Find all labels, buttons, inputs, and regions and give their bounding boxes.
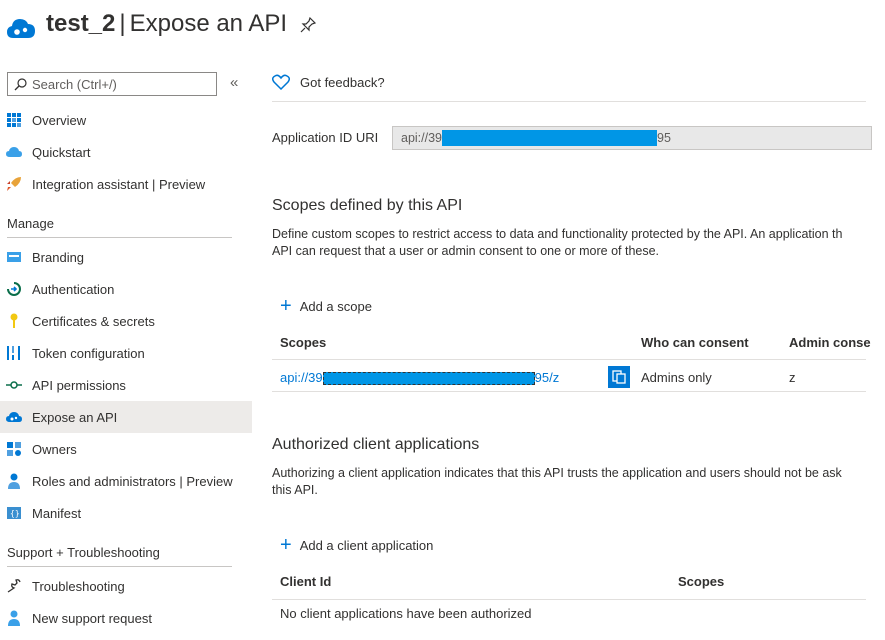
svg-text:{}: {} [10, 509, 20, 518]
sidebar-item-label: Token configuration [32, 345, 145, 361]
page-title: test_2 | Expose an API [46, 10, 287, 38]
sidebar-item-expose-an-api[interactable]: Expose an API [0, 401, 252, 433]
sidebar-item-label: API permissions [32, 377, 126, 393]
cloud-icon [6, 144, 22, 160]
app-id-field[interactable]: api://39 95 [392, 126, 872, 150]
rocket-icon [6, 176, 22, 192]
sidebar-item-label: Integration assistant | Preview [32, 176, 206, 192]
column-header-scopes: Scopes [280, 335, 327, 350]
app-cloud-icon [7, 19, 35, 38]
feedback-label: Got feedback? [300, 74, 385, 90]
heart-icon [272, 74, 290, 90]
cloud-gear-icon [6, 409, 22, 425]
sidebar-item-troubleshooting[interactable]: Troubleshooting [0, 570, 252, 602]
search-icon [14, 77, 27, 90]
search-input[interactable]: Search (Ctrl+/) [7, 72, 217, 96]
scopes-description-line-1: Define custom scopes to restrict access … [272, 227, 843, 241]
app-id-label: Application ID URI [272, 130, 379, 145]
sidebar-item-label: Roles and administrators | Preview [32, 473, 233, 489]
add-scope-button[interactable]: + Add a scope [280, 295, 372, 317]
sidebar-item-label: Owners [32, 441, 77, 457]
copy-icon[interactable] [608, 366, 630, 388]
authentication-icon [6, 281, 22, 297]
sidebar-item-certificates[interactable]: Certificates & secrets [0, 305, 252, 337]
admin-consent-value: z [789, 370, 796, 385]
owners-icon [6, 441, 22, 457]
sidebar: Search (Ctrl+/) « Overview Quickstart In… [0, 64, 252, 640]
column-header-admin-consent: Admin conse [789, 335, 871, 350]
redaction-bar [442, 130, 658, 146]
sidebar-item-api-permissions[interactable]: API permissions [0, 369, 252, 401]
sidebar-item-branding[interactable]: Branding [0, 241, 252, 273]
sidebar-item-label: New support request [32, 610, 152, 626]
column-header-who-can-consent: Who can consent [641, 335, 749, 350]
sidebar-item-authentication[interactable]: Authentication [0, 273, 252, 305]
sidebar-item-quickstart[interactable]: Quickstart [0, 136, 252, 168]
scope-prefix: api://39 [280, 370, 323, 385]
manifest-icon: {} [6, 505, 22, 521]
sidebar-item-label: Branding [32, 249, 85, 265]
sidebar-item-overview[interactable]: Overview [0, 104, 252, 136]
section-support: Support + Troubleshooting [7, 545, 232, 567]
app-id-prefix: api://39 [401, 131, 443, 145]
authorized-clients-heading: Authorized client applications [272, 436, 480, 453]
sidebar-item-integration-assistant[interactable]: Integration assistant | Preview [0, 168, 252, 200]
sidebar-item-manifest[interactable]: {} Manifest [0, 497, 252, 529]
column-header-client-scopes: Scopes [678, 574, 725, 589]
scope-suffix: 95/z [534, 370, 560, 385]
pin-icon[interactable] [300, 17, 316, 33]
scope-link[interactable]: api://39 95/z [280, 370, 560, 386]
roles-icon [6, 473, 22, 489]
collapse-sidebar-button[interactable]: « [230, 74, 238, 91]
who-can-consent-value: Admins only [641, 370, 712, 385]
table-header-divider [272, 359, 866, 360]
search-placeholder: Search (Ctrl+/) [32, 76, 117, 92]
column-header-client-id: Client Id [280, 574, 332, 589]
app-name: test_2 [46, 10, 116, 37]
scopes-heading: Scopes defined by this API [272, 197, 463, 214]
blade-title: Expose an API [129, 10, 288, 37]
clients-header-divider [272, 599, 866, 600]
key-icon [6, 313, 22, 329]
authorized-clients-description-line-2: this API. [272, 483, 318, 497]
sidebar-item-new-support-request[interactable]: New support request [0, 602, 252, 634]
wrench-icon [6, 578, 22, 594]
authorized-clients-description-line-1: Authorizing a client application indicat… [272, 466, 842, 480]
sidebar-item-label: Manifest [32, 505, 82, 521]
sidebar-item-label: Troubleshooting [32, 578, 125, 594]
add-client-application-button[interactable]: + Add a client application [280, 534, 434, 556]
support-person-icon [6, 610, 22, 626]
add-scope-label: Add a scope [299, 298, 372, 314]
grid-icon [6, 112, 22, 128]
permissions-icon [6, 377, 22, 393]
scopes-description-line-2: API can request that a user or admin con… [272, 244, 660, 258]
sidebar-item-label: Certificates & secrets [32, 313, 155, 329]
sidebar-item-token-configuration[interactable]: Token configuration [0, 337, 252, 369]
plus-icon: + [280, 534, 292, 556]
app-id-suffix: 95 [657, 131, 671, 145]
section-manage: Manage [7, 216, 232, 238]
header: test_2 | Expose an API [0, 0, 885, 56]
table-row-divider [272, 391, 866, 392]
redaction-bar [322, 372, 535, 386]
plus-icon: + [280, 295, 292, 317]
toolbar-divider [272, 101, 866, 102]
sidebar-item-label: Overview [32, 112, 87, 128]
branding-icon [6, 249, 22, 265]
sidebar-item-label: Authentication [32, 281, 115, 297]
sidebar-item-roles-and-administrators[interactable]: Roles and administrators | Preview [0, 465, 252, 497]
sidebar-item-label: Quickstart [32, 144, 91, 160]
title-separator: | [119, 10, 126, 37]
add-client-label: Add a client application [299, 537, 434, 553]
sidebar-item-owners[interactable]: Owners [0, 433, 252, 465]
sidebar-item-label: Expose an API [32, 409, 118, 425]
clients-empty-message: No client applications have been authori… [280, 606, 532, 621]
token-icon [6, 345, 22, 361]
feedback-button[interactable]: Got feedback? [272, 74, 385, 90]
